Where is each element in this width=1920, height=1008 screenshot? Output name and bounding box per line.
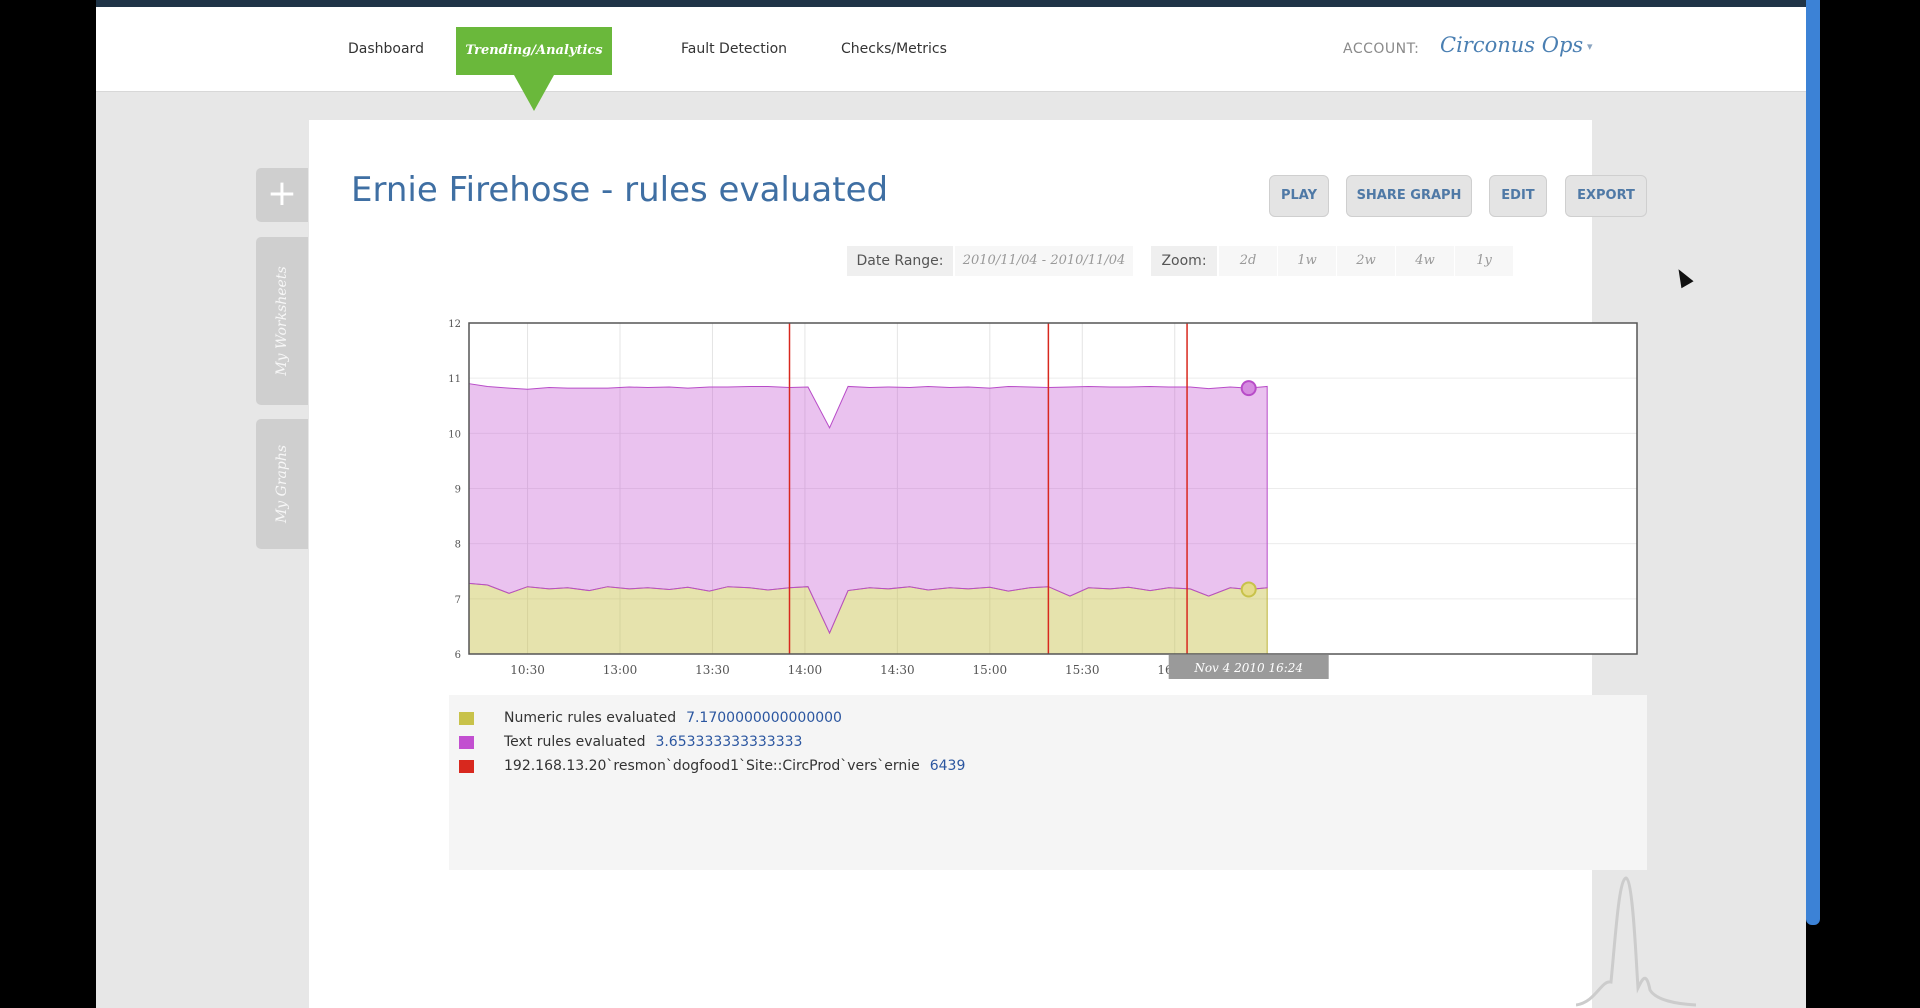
x-tick-label: 14:00 xyxy=(788,663,823,677)
nav-tab-trending-analytics[interactable]: Trending/Analytics xyxy=(456,27,612,75)
chevron-down-icon[interactable]: ▾ xyxy=(1587,40,1593,53)
account-label: ACCOUNT: xyxy=(1343,41,1420,57)
zoom-option-4w[interactable]: 4w xyxy=(1396,246,1454,276)
hover-time-label: Nov 4 2010 16:24 xyxy=(1193,661,1303,675)
nav-active-pointer xyxy=(514,75,554,111)
series-area-numeric xyxy=(468,582,1268,655)
y-tick-label: 9 xyxy=(455,485,461,496)
y-tick-label: 7 xyxy=(455,595,461,606)
x-tick-label: 15:30 xyxy=(1065,663,1100,677)
share-graph-button[interactable]: SHARE GRAPH xyxy=(1346,175,1472,217)
x-tick-label: 14:30 xyxy=(880,663,915,677)
sidebar-tab-graphs-label: My Graphs xyxy=(274,444,290,524)
nav-tab-checks-metrics[interactable]: Checks/Metrics xyxy=(841,41,947,57)
x-tick-label: 10:30 xyxy=(510,663,545,677)
y-tick-label: 8 xyxy=(455,540,461,551)
play-button[interactable]: PLAY xyxy=(1269,175,1329,217)
legend-label: Numeric rules evaluated xyxy=(504,710,677,726)
mouse-cursor-icon xyxy=(1672,265,1694,289)
top-nav: Dashboard Trending/Analytics Fault Detec… xyxy=(96,7,1806,111)
date-range-label: Date Range: xyxy=(847,246,953,276)
date-range-input[interactable]: 2010/11/04 - 2010/11/04 xyxy=(955,246,1133,276)
page-title: Ernie Firehose - rules evaluated xyxy=(351,170,889,210)
x-tick-label: 15:00 xyxy=(973,663,1008,677)
legend-swatch-event xyxy=(459,759,474,773)
hover-point-numeric xyxy=(1240,581,1257,598)
legend-item-numeric[interactable]: Numeric rules evaluated 7.170000000000000… xyxy=(459,710,842,730)
hover-point-text xyxy=(1240,380,1257,397)
nav-tab-trending-label: Trending/Analytics xyxy=(465,43,603,58)
y-tick-label: 10 xyxy=(448,429,461,440)
legend-value: 6439 xyxy=(929,758,966,774)
sidebar-tab-worksheets[interactable]: My Worksheets xyxy=(256,237,308,405)
x-tick-label: 13:00 xyxy=(603,663,638,677)
legend-item-event[interactable]: 192.168.13.20`resmon`dogfood1`Site::Circ… xyxy=(459,758,965,778)
x-tick-label: 13:30 xyxy=(695,663,730,677)
y-tick-label: 11 xyxy=(448,374,461,385)
legend-value: 7.1700000000000000 xyxy=(686,710,842,726)
rules-evaluated-chart[interactable]: 6 7 8 9 10 11 12 10:30 13:00 13:30 14:00 14:30 15:00… xyxy=(431,310,1647,685)
vertical-scrollbar[interactable] xyxy=(1806,0,1820,925)
zoom-option-1w[interactable]: 1w xyxy=(1278,246,1336,276)
top-strip xyxy=(96,0,1806,7)
legend-swatch-text xyxy=(459,735,474,749)
sidebar-tab-worksheets-label: My Worksheets xyxy=(274,266,290,376)
zoom-option-2w[interactable]: 2w xyxy=(1337,246,1395,276)
y-tick-label: 12 xyxy=(448,319,461,330)
zoom-option-2d[interactable]: 2d xyxy=(1219,246,1277,276)
nav-tab-fault-detection[interactable]: Fault Detection xyxy=(681,41,787,57)
add-graph-button[interactable]: + xyxy=(256,168,308,222)
decorative-spike-icon xyxy=(1576,876,1696,1007)
export-button[interactable]: EXPORT xyxy=(1565,175,1647,217)
chart-legend: Numeric rules evaluated 7.170000000000000… xyxy=(449,695,1647,870)
browser-viewport: Dashboard Trending/Analytics Fault Detec… xyxy=(96,0,1806,1008)
sidebar-tab-graphs[interactable]: My Graphs xyxy=(256,419,308,549)
legend-value: 3.653333333333333 xyxy=(655,734,803,750)
legend-label: Text rules evaluated xyxy=(504,734,646,750)
zoom-label: Zoom: xyxy=(1151,246,1217,276)
y-tick-label: 6 xyxy=(455,650,461,661)
zoom-option-1y[interactable]: 1y xyxy=(1455,246,1513,276)
legend-item-text[interactable]: Text rules evaluated 3.653333333333333 xyxy=(459,734,802,754)
edit-button[interactable]: EDIT xyxy=(1489,175,1547,217)
legend-label: 192.168.13.20`resmon`dogfood1`Site::Circ… xyxy=(504,758,920,774)
nav-tab-dashboard[interactable]: Dashboard xyxy=(348,41,424,57)
plus-icon: + xyxy=(266,173,298,214)
legend-swatch-numeric xyxy=(459,711,474,725)
account-switcher[interactable]: Circonus Ops xyxy=(1440,33,1583,57)
